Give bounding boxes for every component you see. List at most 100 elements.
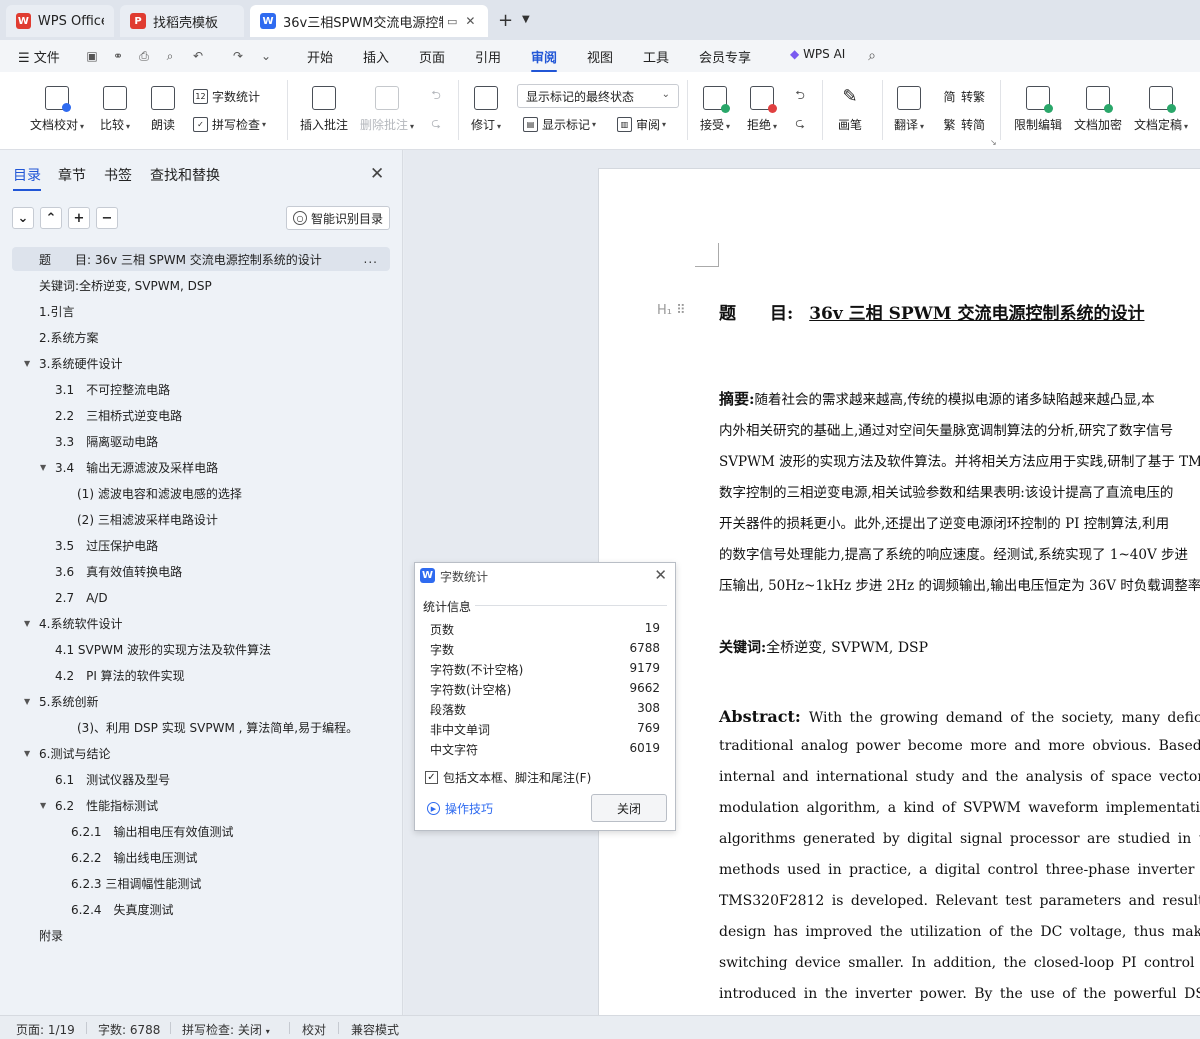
toc-item[interactable]: 关键词:全桥逆变, SVPWM, DSP	[12, 273, 390, 297]
tab-wps-office[interactable]: W WPS Office	[6, 5, 114, 37]
tab-template[interactable]: P 找稻壳模板	[120, 5, 244, 37]
review-pane-button[interactable]: ▥ 审阅 ▾	[617, 116, 666, 133]
print-icon[interactable]: ⎙	[136, 48, 152, 64]
page-indicator[interactable]: 页面: 1/19	[16, 1021, 75, 1038]
doc-finalize-button[interactable]: 文档定稿 ▾	[1134, 86, 1188, 133]
to-simplified-button[interactable]: 繁 转简	[942, 116, 985, 133]
ink-button[interactable]: ✎ 画笔	[838, 86, 862, 133]
collapse-icon[interactable]: ⌄	[12, 207, 34, 229]
chevron-down-icon[interactable]: ⌄	[258, 48, 274, 64]
proofread-button[interactable]: 文档校对 ▾	[30, 86, 84, 133]
add-tab-icon[interactable]: +	[498, 10, 513, 31]
toc-item[interactable]: 3.5 过压保护电路	[12, 533, 390, 557]
add-heading-icon[interactable]: +	[68, 207, 90, 229]
toc-item[interactable]: ▼ 6.2 性能指标测试	[12, 793, 390, 817]
nav-tab-bookmark[interactable]: 书签	[104, 165, 132, 185]
menu-page[interactable]: 页面	[419, 47, 445, 66]
toc-item[interactable]: 2.系统方案	[12, 325, 390, 349]
toc-item[interactable]: 6.2.1 输出相电压有效值测试	[12, 819, 390, 843]
wps-ai-button[interactable]: ◆ WPS AI	[790, 47, 845, 61]
read-aloud-button[interactable]: 朗读	[151, 86, 175, 133]
expand-triangle-icon[interactable]: ▼	[40, 801, 46, 810]
link-icon[interactable]: ⚭	[110, 48, 126, 64]
show-markup-button[interactable]: ▤ 显示标记 ▾	[523, 116, 596, 133]
toc-item[interactable]: 6.1 测试仪器及型号	[12, 767, 390, 791]
markup-state-select[interactable]: 显示标记的最终状态 ⌄	[517, 84, 679, 108]
next-change-icon[interactable]: ⮎	[792, 116, 808, 132]
toc-item[interactable]: 题 目: 36v 三相 SPWM 交流电源控制系统的设计...	[12, 247, 390, 271]
toc-item[interactable]: ▼ 5.系统创新	[12, 689, 390, 713]
nav-tab-chapter[interactable]: 章节	[58, 165, 86, 185]
toc-item[interactable]: 4.1 SVPWM 波形的实现方法及软件算法	[12, 637, 390, 661]
menu-view[interactable]: 视图	[587, 47, 613, 66]
close-button[interactable]: 关闭	[591, 794, 667, 822]
close-icon[interactable]: ✕	[465, 14, 475, 28]
word-count-button[interactable]: 12 字数统计	[193, 88, 260, 105]
menu-review[interactable]: 审阅	[531, 47, 558, 72]
undo-icon[interactable]: ↶	[190, 48, 206, 64]
accept-button[interactable]: 接受 ▾	[700, 86, 730, 133]
remove-heading-icon[interactable]: −	[96, 207, 118, 229]
save-icon[interactable]: ▣	[84, 48, 100, 64]
word-count-indicator[interactable]: 字数: 6788	[98, 1021, 160, 1038]
toc-item[interactable]: 2.7 A/D	[12, 585, 390, 609]
chevron-down-icon[interactable]: ▼	[522, 14, 530, 25]
delete-comment-button[interactable]: 删除批注 ▾	[360, 86, 414, 133]
close-icon[interactable]: ✕	[370, 164, 384, 184]
toc-item[interactable]: 附录	[12, 923, 390, 947]
expand-triangle-icon[interactable]: ▼	[40, 463, 46, 472]
menu-tools[interactable]: 工具	[643, 47, 669, 66]
expand-icon[interactable]: ↘	[990, 138, 997, 147]
expand-triangle-icon[interactable]: ▼	[24, 359, 30, 368]
toc-item[interactable]: ▼ 6.测试与结论	[12, 741, 390, 765]
proof-indicator[interactable]: 校对	[302, 1021, 326, 1038]
toc-item[interactable]: 6.2.3 三相调幅性能测试	[12, 871, 390, 895]
toc-item[interactable]: 3.1 不可控整流电路	[12, 377, 390, 401]
spell-check-indicator[interactable]: 拼写检查: 关闭 ▾	[182, 1021, 270, 1038]
insert-comment-button[interactable]: 插入批注	[300, 86, 348, 133]
expand-triangle-icon[interactable]: ▼	[24, 619, 30, 628]
expand-up-icon[interactable]: ⌃	[40, 207, 62, 229]
toc-item[interactable]: 3.3 隔离驱动电路	[12, 429, 390, 453]
prev-change-icon[interactable]: ⮌	[792, 88, 808, 104]
menu-insert[interactable]: 插入	[363, 47, 389, 66]
toc-item[interactable]: ▼ 4.系统软件设计	[12, 611, 390, 635]
heading-handle-icon[interactable]: H₁ ⠿	[657, 303, 686, 318]
menu-vip[interactable]: 会员专享	[699, 47, 751, 66]
more-options-icon[interactable]: ...	[364, 252, 378, 266]
search-icon[interactable]: ⌕	[864, 48, 880, 64]
revise-button[interactable]: 修订 ▾	[471, 86, 501, 133]
toc-item[interactable]: (3)、利用 DSP 实现 SVPWM , 算法简单,易于编程。	[12, 715, 390, 739]
toc-item[interactable]: (2) 三相滤波采样电路设计	[12, 507, 390, 531]
to-traditional-button[interactable]: 简 转繁	[942, 88, 985, 105]
doc-encrypt-button[interactable]: 文档加密	[1074, 86, 1122, 133]
smart-toc-button[interactable]: ○ 智能识别目录	[286, 206, 390, 230]
toc-item[interactable]: 3.6 真有效值转换电路	[12, 559, 390, 583]
translate-button[interactable]: 翻译 ▾	[894, 86, 924, 133]
document-page[interactable]: H₁ ⠿ 题 目: 36v 三相 SPWM 交流电源控制系统的设计 摘要:随着社…	[598, 168, 1200, 1015]
expand-triangle-icon[interactable]: ▼	[24, 697, 30, 706]
toc-item[interactable]: ▼ 3.4 输出无源滤波及采样电路	[12, 455, 390, 479]
menu-start[interactable]: 开始	[307, 47, 333, 66]
nav-tab-find-replace[interactable]: 查找和替换	[150, 165, 220, 185]
toc-item[interactable]: 4.2 PI 算法的软件实现	[12, 663, 390, 687]
toc-item[interactable]: 6.2.4 失真度测试	[12, 897, 390, 921]
toc-item[interactable]: 1.引言	[12, 299, 390, 323]
tab-document[interactable]: W 36v三相SPWM交流电源控制系 ▭ ✕	[250, 5, 488, 37]
expand-triangle-icon[interactable]: ▼	[24, 749, 30, 758]
redo-icon[interactable]: ↷	[230, 48, 246, 64]
toc-item[interactable]: (1) 滤波电容和滤波电感的选择	[12, 481, 390, 505]
file-menu[interactable]: ☰ 文件	[18, 47, 60, 66]
toc-item[interactable]: ▼ 3.系统硬件设计	[12, 351, 390, 375]
print-preview-icon[interactable]: ⌕	[162, 48, 178, 64]
include-textbox-checkbox[interactable]: ✓ 包括文本框、脚注和尾注(F)	[425, 769, 591, 786]
menu-reference[interactable]: 引用	[475, 47, 501, 66]
close-icon[interactable]: ✕	[654, 566, 667, 584]
spell-check-button[interactable]: ✓ 拼写检查 ▾	[193, 116, 266, 133]
compare-button[interactable]: 比较 ▾	[100, 86, 130, 133]
toc-item[interactable]: 2.2 三相桥式逆变电路	[12, 403, 390, 427]
restrict-edit-button[interactable]: 限制编辑	[1014, 86, 1062, 133]
next-comment-icon[interactable]: ⮎	[428, 116, 444, 132]
reject-button[interactable]: 拒绝 ▾	[747, 86, 777, 133]
prev-comment-icon[interactable]: ⮌	[428, 88, 444, 104]
